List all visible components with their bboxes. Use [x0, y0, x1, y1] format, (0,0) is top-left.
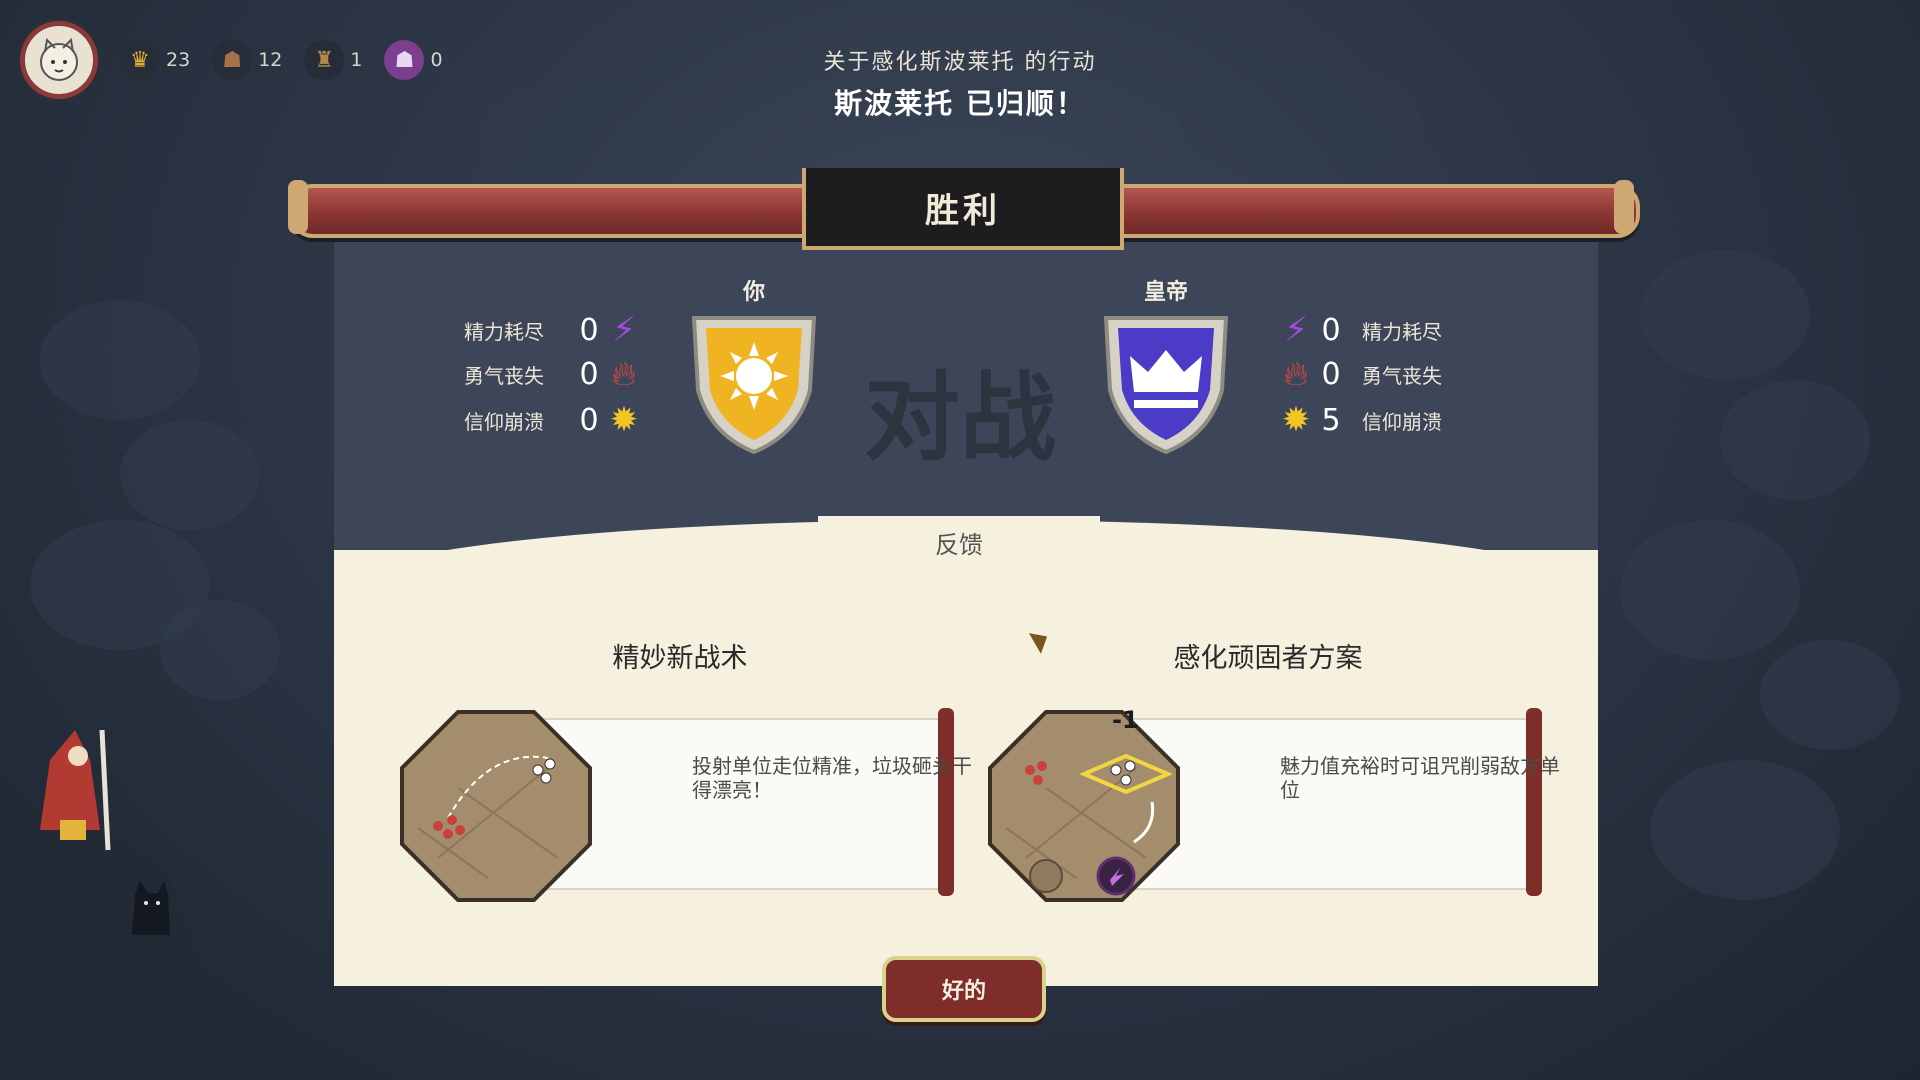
wizard-character: [40, 729, 111, 851]
flame-icon: 🔥︎: [1283, 354, 1309, 394]
card-description: 投射单位走位精准，垃圾砸头干得漂亮！: [692, 754, 972, 802]
card-rod: [1526, 708, 1542, 896]
burst-icon: ✹: [1281, 400, 1311, 440]
stat-label: 信仰崩溃: [1362, 409, 1442, 434]
stat-label: 信仰崩溃: [464, 409, 544, 434]
enemy-shield: [1103, 316, 1229, 455]
player-name: 你: [742, 280, 765, 305]
player-stat-courage: 勇气丧失 0 🔥︎: [464, 354, 644, 394]
persuade-illustration: [988, 710, 1180, 902]
stat-value: 0: [579, 312, 599, 348]
stat-value: 0: [1321, 356, 1341, 392]
rod-cap-right: [1614, 180, 1634, 234]
versus-label: 对战: [864, 362, 1056, 474]
enemy-stat-faith: ✹ 5 信仰崩溃: [1276, 400, 1472, 440]
card-description: 魅力值充裕时可诅咒削弱敌方单位: [1280, 754, 1560, 802]
burst-icon: ✹: [609, 400, 639, 440]
enemy-stat-courage: 🔥︎ 0 勇气丧失: [1276, 354, 1472, 394]
card-title-persuade: 感化顽固者方案: [1173, 643, 1363, 674]
victory-label: 胜利: [925, 190, 1001, 231]
black-cat: [132, 880, 170, 935]
card-badge: -1: [1112, 706, 1139, 734]
stat-value: 0: [579, 402, 599, 438]
rod-cap-left: [288, 180, 308, 234]
ok-button[interactable]: 好的: [882, 956, 1046, 1022]
stat-label: 精力耗尽: [1362, 319, 1442, 344]
action-subtitle: 关于感化斯波莱托 的行动: [823, 50, 1097, 75]
card-rod: [938, 708, 954, 896]
lightning-icon: ⚡: [1284, 310, 1308, 350]
card-title-tactics: 精妙新战术: [612, 643, 748, 674]
feedback-tab: 反馈: [818, 516, 1100, 568]
stat-label: 精力耗尽: [464, 319, 544, 344]
enemy-name: 皇帝: [1143, 280, 1188, 305]
flame-icon: 🔥︎: [611, 354, 637, 394]
stat-value: 5: [1321, 402, 1341, 438]
sun-icon: [720, 342, 788, 410]
action-title: 斯波莱托 已归顺！: [834, 87, 1086, 120]
player-stat-faith: 信仰崩溃 0 ✹: [464, 400, 644, 440]
victory-banner: 胜利: [802, 168, 1124, 250]
stat-label: 勇气丧失: [464, 363, 544, 388]
stat-label: 勇气丧失: [1362, 363, 1442, 388]
player-shield: [691, 316, 817, 455]
enemy-stat-exhausted: ⚡ 0 精力耗尽: [1276, 310, 1472, 350]
tactics-illustration: [400, 710, 592, 902]
stat-value: 0: [579, 356, 599, 392]
stat-value: 0: [1321, 312, 1341, 348]
lightning-icon: ⚡: [612, 310, 636, 350]
player-stat-exhausted: 精力耗尽 0 ⚡: [464, 310, 644, 350]
